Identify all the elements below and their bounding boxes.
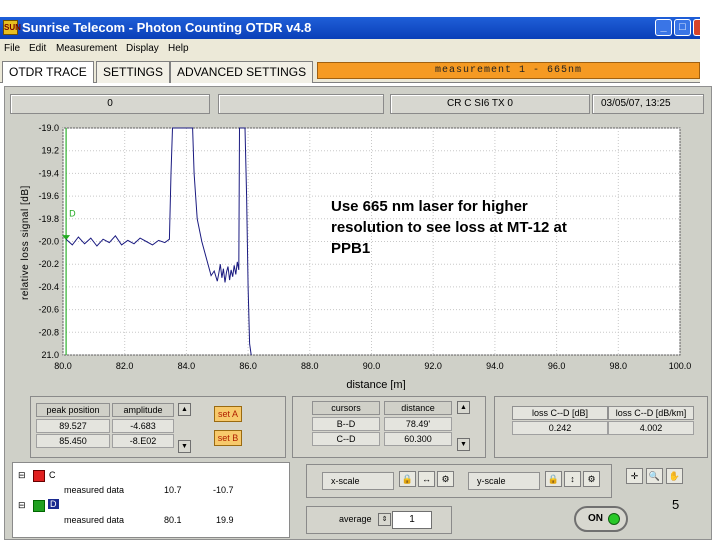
title-bar: SUN Sunrise Telecom - Photon Counting OT… [0,17,700,39]
autoscale-y-icon[interactable]: ↕ [564,471,581,487]
distance-cell[interactable]: 60.300 [384,432,452,446]
y-tick-label: 21.0 [41,350,59,360]
x-tick-label: 100.0 [669,361,692,371]
menu-file[interactable]: File [4,43,20,54]
cursor-tool-icon[interactable]: ✛ [626,468,643,484]
y-tick-label: -19.4 [38,168,59,178]
peak-position-header: peak position [36,403,110,417]
y-tick-label: -20.4 [38,282,59,292]
y-tick-label: 19.2 [41,146,59,156]
x-tick-label: 84.0 [178,361,196,371]
loss-dbkm-header: loss C--D [dB/km] [608,406,694,420]
status-datetime: 03/05/07, 13:25 [592,94,704,114]
amplitude-cell[interactable]: -4.683 [112,419,174,433]
menu-edit[interactable]: Edit [29,43,46,54]
y-tick-label: -19.8 [38,214,59,224]
menu-help[interactable]: Help [168,43,189,54]
y-axis-label: relative loss signal [dB] [20,185,31,300]
x-scale-label: x-scale [322,472,394,490]
x-axis-label: distance [m] [346,379,405,390]
average-label: average [339,514,372,524]
measurement-banner: measurement 1 - 665nm [317,62,700,79]
distance-cell[interactable]: 78.49' [384,417,452,431]
tree-label-c[interactable]: C [49,470,56,480]
cursor-cell[interactable]: C--D [312,432,380,446]
average-stepper-icon[interactable]: ⇕ [378,513,391,526]
format-x-icon[interactable]: ⚙ [437,471,454,487]
menu-display[interactable]: Display [126,43,159,54]
cursor-label-d: D [69,209,76,219]
collapse-icon[interactable]: ⊟ [18,500,26,511]
tree-item-name[interactable]: measured data [64,485,124,495]
collapse-icon[interactable]: ⊟ [18,470,26,481]
x-tick-label: 96.0 [548,361,566,371]
menu-bar: File Edit Measurement Display Help [0,39,700,59]
on-label: ON [588,513,603,524]
cursor-cell[interactable]: B--D [312,417,380,431]
amplitude-cell[interactable]: -8.E02 [112,434,174,448]
scroll-up-icon[interactable]: ▲ [178,403,191,416]
tree-item-value: 19.9 [216,515,234,525]
average-input[interactable]: 1 [392,511,432,529]
cursors-header: cursors [312,401,380,415]
minimize-icon[interactable]: _ [655,19,672,36]
power-led-icon [608,513,620,525]
cursor-d-swatch [33,500,45,512]
lock-y-icon[interactable]: 🔒 [545,471,562,487]
tab-settings[interactable]: SETTINGS [96,61,171,83]
distance-header: distance [384,401,452,415]
status-channel: CR C SI6 TX 0 [390,94,590,114]
status-mid [218,94,384,114]
annotation-note: Use 665 nm laser for higher resolution t… [331,198,567,257]
y-tick-label: -20.8 [38,327,59,337]
page-number: 5 [672,497,680,512]
close-icon[interactable] [693,19,700,36]
pan-hand-icon[interactable]: ✋ [666,468,683,484]
x-tick-label: 82.0 [116,361,134,371]
scroll-down-icon[interactable]: ▼ [457,438,470,451]
set-a-button[interactable]: set A [214,406,242,422]
zoom-icon[interactable]: 🔍 [646,468,663,484]
tree-item-value: 80.1 [164,515,182,525]
set-b-button[interactable]: set B [214,430,242,446]
x-tick-label: 80.0 [54,361,72,371]
y-scale-label: y-scale [468,472,540,490]
tree-label-d[interactable]: D [48,499,59,509]
x-tick-label: 98.0 [610,361,628,371]
x-tick-label: 90.0 [363,361,381,371]
y-tick-label: -19.6 [38,191,59,201]
autoscale-x-icon[interactable]: ↔ [418,471,435,487]
amplitude-header: amplitude [112,403,174,417]
app-icon: SUN [3,20,21,35]
maximize-icon[interactable]: □ [674,19,691,36]
cursor-c-swatch [33,470,45,482]
x-tick-label: 92.0 [424,361,442,371]
lock-x-icon[interactable]: 🔒 [399,471,416,487]
loss-dbkm-value: 4.002 [608,421,694,435]
tab-advanced-settings[interactable]: ADVANCED SETTINGS [170,61,314,83]
scroll-down-icon[interactable]: ▼ [178,440,191,453]
on-button[interactable]: ON [574,506,628,532]
status-left: 0 [10,94,210,114]
y-tick-label: -19.0 [38,123,59,133]
tree-item-value: 10.7 [164,485,182,495]
tab-otdr-trace[interactable]: OTDR TRACE [2,61,94,83]
x-tick-label: 86.0 [239,361,257,371]
tree-item-name[interactable]: measured data [64,515,124,525]
format-y-icon[interactable]: ⚙ [583,471,600,487]
x-tick-label: 88.0 [301,361,319,371]
y-tick-label: -20.6 [38,305,59,315]
x-tick-label: 94.0 [486,361,504,371]
peak-position-cell[interactable]: 85.450 [36,434,110,448]
window-title: Sunrise Telecom - Photon Counting OTDR v… [22,20,312,35]
tree-item-value: -10.7 [213,485,234,495]
loss-db-value: 0.242 [512,421,608,435]
y-tick-label: -20.2 [38,259,59,269]
loss-db-header: loss C--D [dB] [512,406,608,420]
menu-measurement[interactable]: Measurement [56,43,117,54]
scroll-up-icon[interactable]: ▲ [457,401,470,414]
y-tick-label: -20.0 [38,237,59,247]
peak-position-cell[interactable]: 89.527 [36,419,110,433]
